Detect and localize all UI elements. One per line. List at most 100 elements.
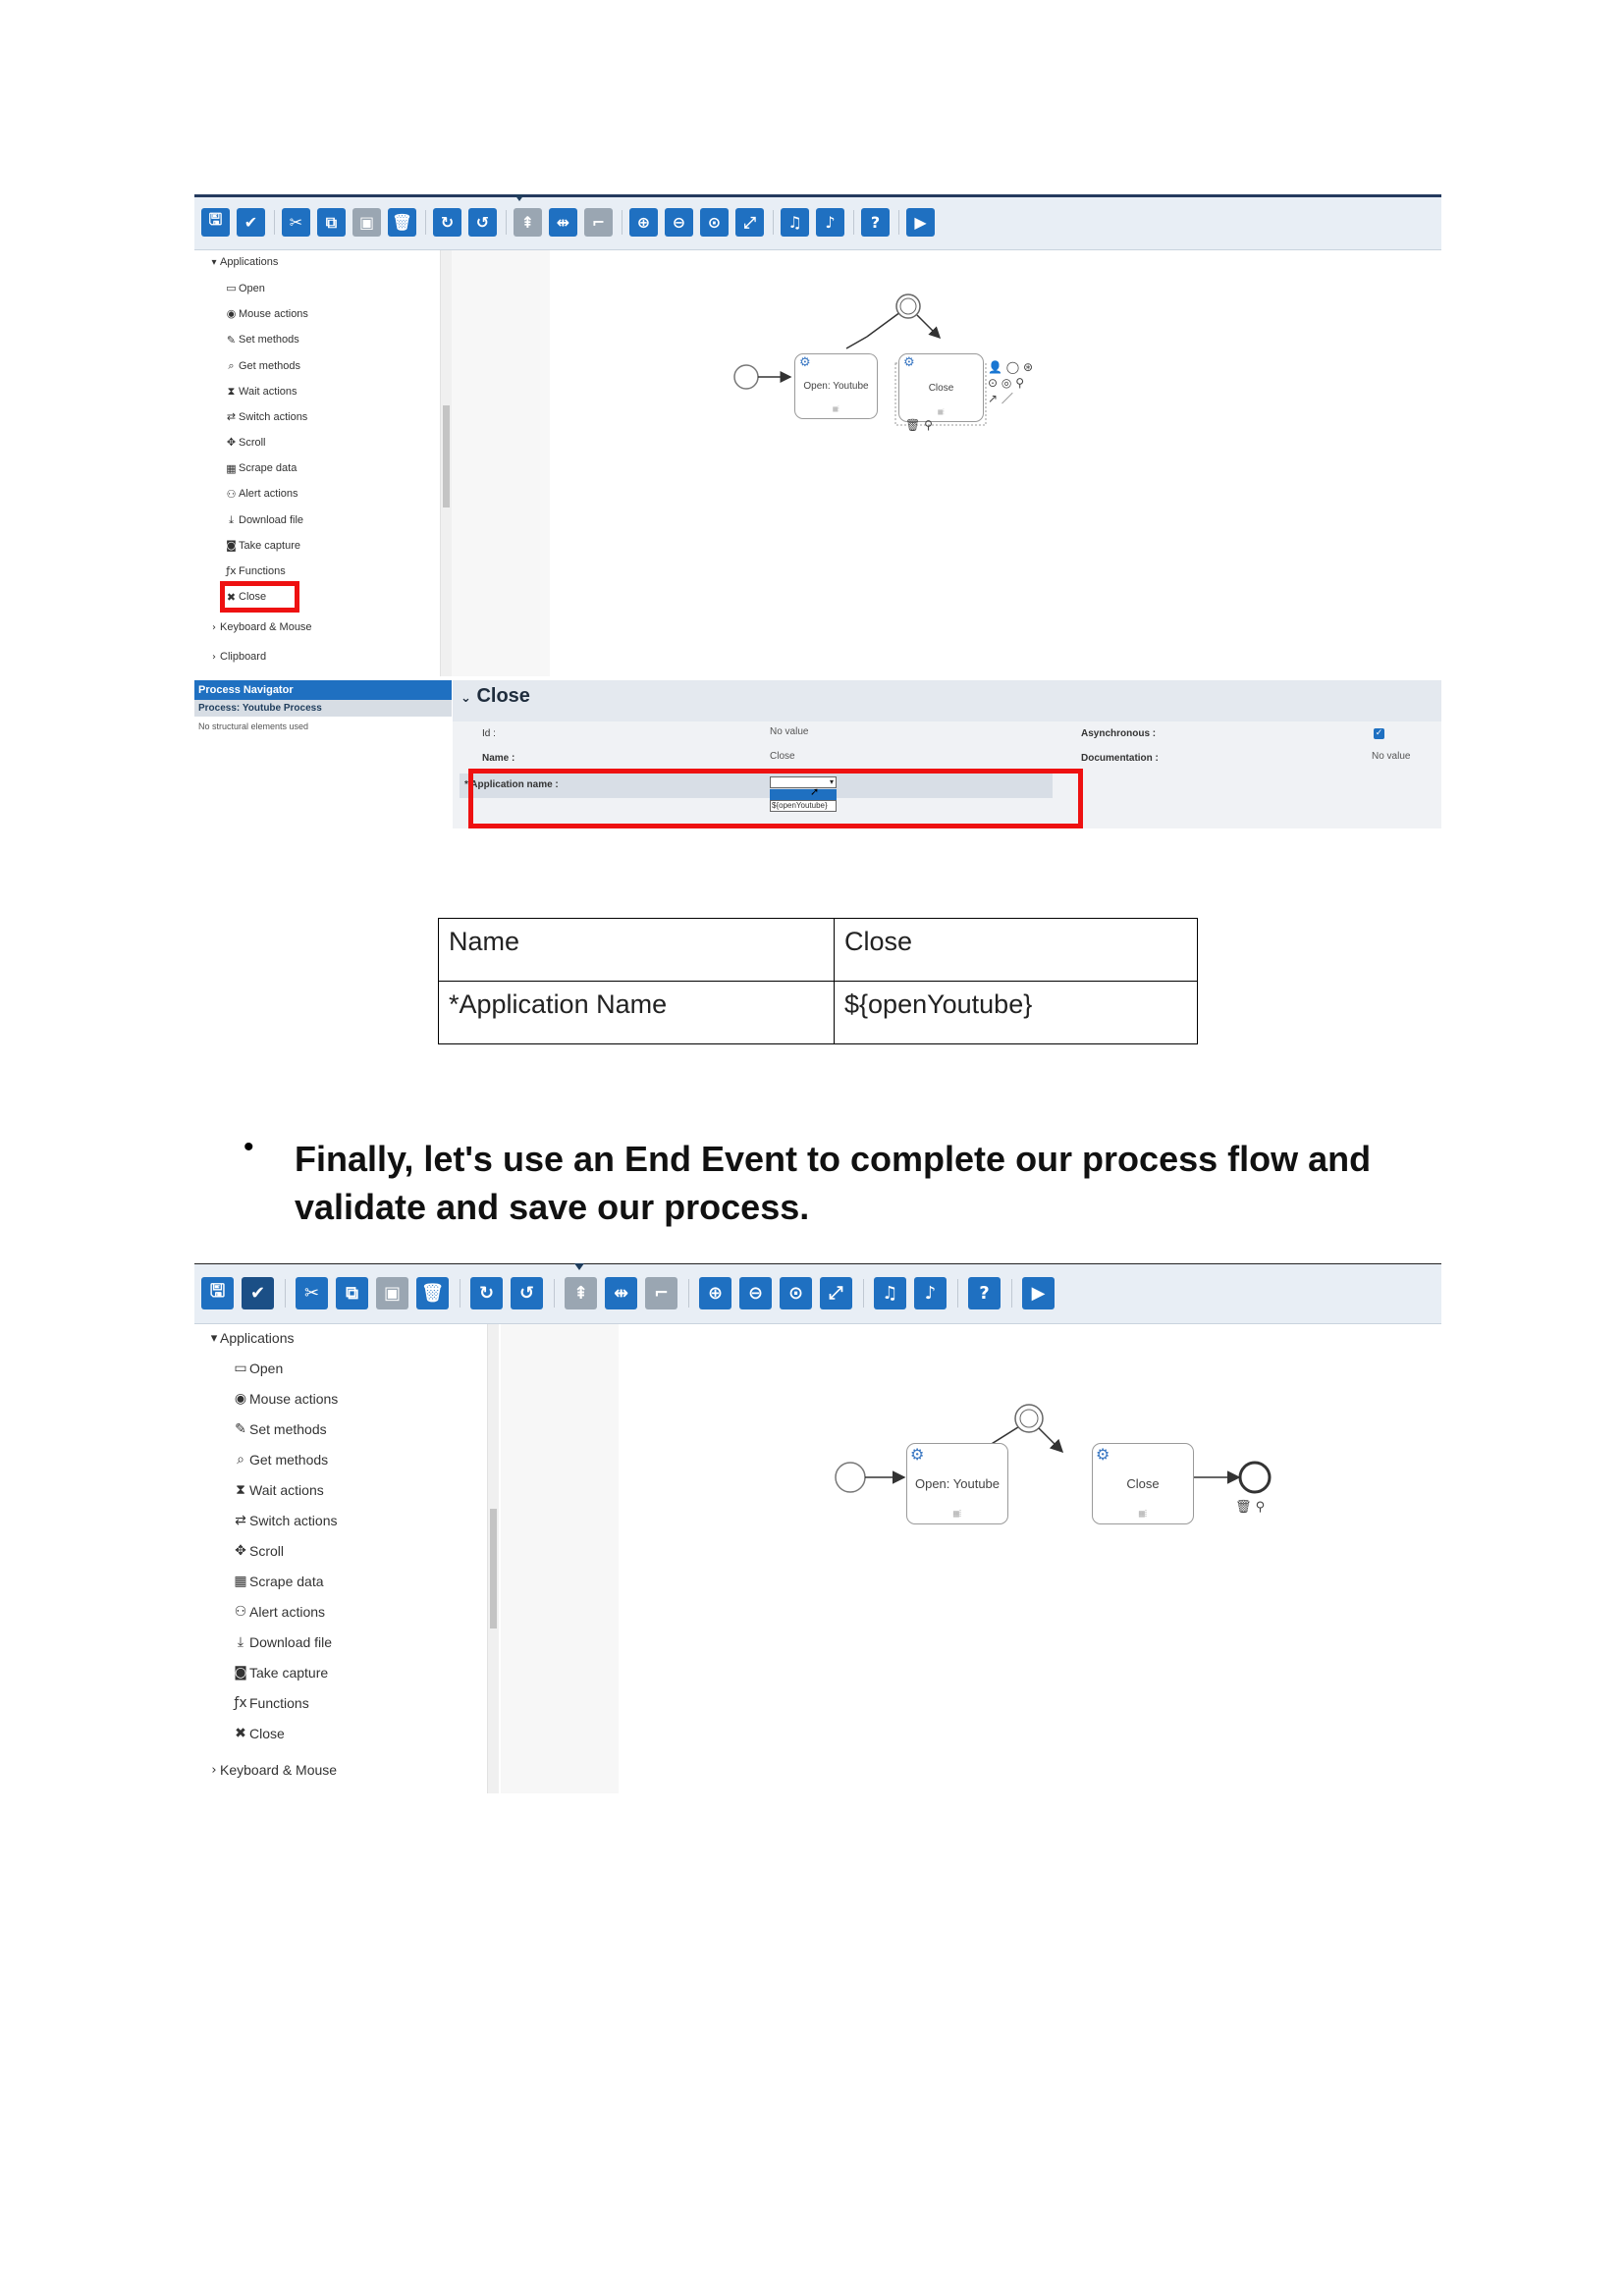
tree-item-switch-actions[interactable]: ⇄ Switch actions xyxy=(224,410,307,423)
fit-button[interactable]: ⤢ xyxy=(735,208,764,237)
task-close[interactable]: ⚙ Close ▦⦙ xyxy=(898,353,984,422)
tree-item-take-capture[interactable]: ◙ Take capture xyxy=(224,539,300,552)
fit-button[interactable]: ⤢ xyxy=(820,1277,852,1309)
validate-button[interactable]: ✔ xyxy=(242,1277,274,1309)
export-button[interactable]: ♪ xyxy=(914,1277,947,1309)
user-task-icon[interactable]: 👤 xyxy=(988,360,1002,374)
tree-item-get-methods[interactable]: ⌕ Get methods xyxy=(232,1452,328,1468)
task-open-youtube[interactable]: ⚙ Open: Youtube ▦⦙ xyxy=(906,1443,1008,1524)
wrench-icon[interactable]: ⚲ xyxy=(1256,1500,1266,1515)
undo-button[interactable]: ↺ xyxy=(511,1277,543,1309)
import-button[interactable]: ♫ xyxy=(874,1277,906,1309)
connect-button[interactable]: ⌐ xyxy=(645,1277,677,1309)
tree-item-take-capture[interactable]: ◙ Take capture xyxy=(232,1665,328,1681)
async-checkbox[interactable]: ✓ xyxy=(1374,728,1384,739)
tree-item-download-file[interactable]: ⤓ Download file xyxy=(224,513,303,527)
run-icon: ▶ xyxy=(914,213,927,232)
delete-icon[interactable]: 🗑 ⚲ xyxy=(1235,1500,1265,1515)
help-button[interactable]: ? xyxy=(968,1277,1001,1309)
tree-item-alert-actions[interactable]: ⚇ Alert actions xyxy=(224,488,298,501)
import-button[interactable]: ♫ xyxy=(781,208,809,237)
tree-item-close[interactable]: ✖ Close xyxy=(232,1726,285,1741)
properties-title[interactable]: ⌄ Close xyxy=(460,685,530,708)
tree-item-set-methods[interactable]: ✎ Set methods xyxy=(232,1421,326,1437)
zoom-reset-button[interactable]: ⊙ xyxy=(780,1277,812,1309)
redo-button[interactable]: ↻ xyxy=(470,1277,503,1309)
line-icon[interactable]: ／ xyxy=(1001,392,1013,405)
distribute-button[interactable]: ⇹ xyxy=(549,208,577,237)
align-button[interactable]: ⇞ xyxy=(514,208,542,237)
tree-group-keyboard-mouse[interactable]: › Keyboard & Mouse xyxy=(208,621,312,633)
undo-button[interactable]: ↺ xyxy=(468,208,497,237)
event-icon[interactable]: ◎ xyxy=(1001,376,1011,390)
wrench-icon[interactable]: ⚲ xyxy=(924,418,933,432)
intermediate-event-icon[interactable]: ⊙ xyxy=(988,376,998,390)
cut-button[interactable]: ✂ xyxy=(296,1277,328,1309)
connect-button[interactable]: ⌐ xyxy=(584,208,613,237)
tree-item-open[interactable]: ▭ Open xyxy=(232,1361,283,1376)
validate-button[interactable]: ✔ xyxy=(237,208,265,237)
tree-group-keyboard-mouse[interactable]: › Keyboard & Mouse xyxy=(208,1762,337,1778)
process-canvas[interactable]: ⚙ Open: Youtube ▦⦙ ⚙ Close ▦⦙ 🗑 ⚲ xyxy=(619,1324,1441,1793)
task-open-youtube[interactable]: ⚙ Open: Youtube ▦⦙ xyxy=(794,353,878,419)
align-button[interactable]: ⇞ xyxy=(565,1277,597,1309)
save-button[interactable]: 🖫 xyxy=(201,1277,234,1309)
tree-item-get-methods[interactable]: ⌕ Get methods xyxy=(224,359,300,373)
tree-item-scrape-data[interactable]: ▦ Scrape data xyxy=(232,1574,323,1589)
help-button[interactable]: ? xyxy=(861,208,890,237)
run-button[interactable]: ▶ xyxy=(1022,1277,1055,1309)
paste-button[interactable]: ▣ xyxy=(352,208,381,237)
tree-group-clipboard[interactable]: › Clipboard xyxy=(208,651,266,663)
task-close[interactable]: ⚙ Close ▦⦙ xyxy=(1092,1443,1194,1524)
toolbar-separator xyxy=(1011,1279,1012,1308)
cut-button[interactable]: ✂ xyxy=(282,208,310,237)
tree-item-scroll[interactable]: ✥ Scroll xyxy=(224,436,266,449)
zoom-in-button[interactable]: ⊕ xyxy=(699,1277,731,1309)
paste-button[interactable]: ▣ xyxy=(376,1277,408,1309)
tree-item-functions[interactable]: ƒx Functions xyxy=(232,1695,308,1711)
end-event xyxy=(1238,1461,1272,1494)
connect-arrow-icon[interactable]: ↗ xyxy=(988,392,998,405)
scrollbar-thumb[interactable] xyxy=(443,405,450,507)
tree-item-wait-actions[interactable]: ⧗ Wait actions xyxy=(224,385,298,399)
zoom-reset-button[interactable]: ⊙ xyxy=(700,208,729,237)
copy-button[interactable]: ⧉ xyxy=(336,1277,368,1309)
tree-item-scrape-data[interactable]: ▦ Scrape data xyxy=(224,462,297,475)
run-button[interactable]: ▶ xyxy=(906,208,935,237)
tree-item-download-file[interactable]: ⤓ Download file xyxy=(232,1634,332,1650)
tree-item-mouse-actions[interactable]: ◉ Mouse actions xyxy=(224,307,308,320)
end-event-icon[interactable]: ◯ xyxy=(1006,360,1019,374)
scrollbar-thumb[interactable] xyxy=(490,1509,497,1629)
tree-item-switch-actions[interactable]: ⇄ Switch actions xyxy=(232,1513,337,1528)
alert-icon: ⚇ xyxy=(226,487,237,501)
tree-item-scroll[interactable]: ✥ Scroll xyxy=(232,1543,284,1559)
gateway-icon[interactable]: ⊛ xyxy=(1023,360,1033,374)
tree-group-applications[interactable]: ▾ Applications xyxy=(208,256,278,268)
palette-scrollbar[interactable] xyxy=(440,250,452,676)
palette-scrollbar[interactable] xyxy=(487,1324,499,1793)
redo-button[interactable]: ↻ xyxy=(433,208,461,237)
table-cell: *Application Name xyxy=(438,981,835,1044)
save-button[interactable]: 🖫 xyxy=(201,208,230,237)
wrench-icon[interactable]: ⚲ xyxy=(1015,376,1024,390)
tree-group-applications[interactable]: ▾ Applications xyxy=(208,1330,295,1346)
tree-item-label: Close xyxy=(249,1726,285,1741)
tree-item-set-methods[interactable]: ✎ Set methods xyxy=(224,334,299,347)
delete-button[interactable]: 🗑 xyxy=(388,208,416,237)
delete-icon[interactable]: 🗑 ⚲ xyxy=(905,418,933,432)
delete-button[interactable]: 🗑 xyxy=(416,1277,449,1309)
zoom-out-button[interactable]: ⊖ xyxy=(739,1277,772,1309)
distribute-button[interactable]: ⇹ xyxy=(605,1277,637,1309)
zoom-in-button[interactable]: ⊕ xyxy=(629,208,658,237)
tree-item-wait-actions[interactable]: ⧗ Wait actions xyxy=(232,1482,324,1498)
process-canvas[interactable]: ⚙ Open: Youtube ▦⦙ ⚙ Close ▦⦙ 👤 ◯ ⊛ ⊙ ◎ … xyxy=(550,250,1441,676)
tree-item-mouse-actions[interactable]: ◉ Mouse actions xyxy=(232,1391,338,1407)
tree-item-alert-actions[interactable]: ⚇ Alert actions xyxy=(232,1604,325,1620)
copy-button[interactable]: ⧉ xyxy=(317,208,346,237)
toolbar: 🖫 ✔ ✂ ⧉ ▣ 🗑 ↻ ↺ ⇞ ⇹ ⌐ ⊕ ⊖ ⊙ ⤢ ♫ ♪? ▶ xyxy=(194,1263,1441,1324)
navigator-process[interactable]: Process: Youtube Process xyxy=(194,700,452,717)
tree-item-open[interactable]: ▭ Open xyxy=(224,282,265,294)
tree-item-functions[interactable]: ƒx Functions xyxy=(224,564,285,577)
zoom-out-button[interactable]: ⊖ xyxy=(665,208,693,237)
export-button[interactable]: ♪ xyxy=(816,208,844,237)
